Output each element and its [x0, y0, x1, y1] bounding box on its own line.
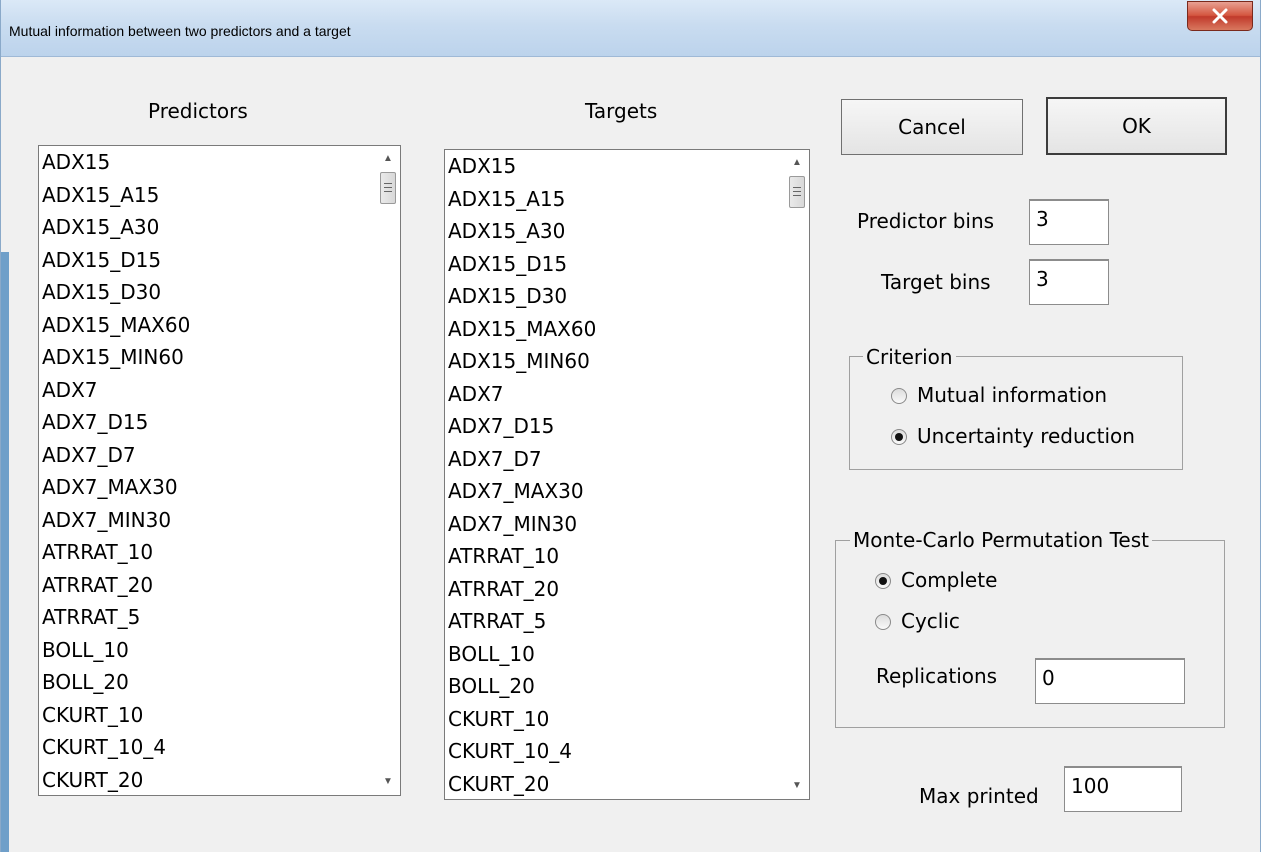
list-item[interactable]: ADX7_MAX30 [447, 475, 781, 508]
list-item[interactable]: ADX15_A15 [447, 183, 781, 216]
list-item[interactable]: ADX15_MAX60 [447, 313, 781, 346]
list-item[interactable]: CKURT_20 [41, 764, 372, 796]
list-item[interactable]: ADX15_A30 [447, 215, 781, 248]
list-item[interactable]: ADX15_D30 [41, 276, 372, 309]
list-item[interactable]: ADX15_MIN60 [447, 345, 781, 378]
criterion-legend: Criterion [863, 345, 956, 369]
ok-button[interactable]: OK [1046, 97, 1227, 155]
radio-cyclic[interactable]: Cyclic [875, 609, 1005, 637]
predictors-label: Predictors [148, 99, 248, 123]
list-item[interactable]: ADX15_MIN60 [41, 341, 372, 374]
list-item[interactable]: ADX7_D15 [41, 406, 372, 439]
max-printed-input[interactable]: 100 [1064, 766, 1182, 812]
list-item[interactable]: ADX15 [41, 146, 372, 179]
selected-dot [895, 433, 903, 441]
list-item[interactable]: ADX7_D7 [41, 439, 372, 472]
list-item[interactable]: BOLL_10 [447, 638, 781, 671]
radio-complete[interactable]: Complete [875, 568, 1045, 596]
target-bins-label: Target bins [881, 270, 991, 294]
scroll-up-icon[interactable]: ▲ [376, 148, 400, 170]
radio-button[interactable] [875, 614, 891, 630]
cancel-button[interactable]: Cancel [841, 99, 1023, 155]
list-item[interactable]: ADX15_D30 [447, 280, 781, 313]
list-item[interactable]: ADX7 [41, 374, 372, 407]
scroll-down-icon[interactable]: ▼ [376, 771, 400, 793]
list-item[interactable]: ADX7_MIN30 [41, 504, 372, 537]
targets-label: Targets [585, 99, 658, 123]
targets-scrollbar[interactable]: ▲ ▼ [785, 150, 809, 799]
max-printed-label: Max printed [919, 784, 1039, 808]
radio-button[interactable] [875, 573, 891, 589]
list-item[interactable]: ADX15_A15 [41, 179, 372, 212]
radio-mutual-information[interactable]: Mutual information [891, 383, 1151, 411]
dialog-window: Mutual information between two predictor… [0, 0, 1261, 852]
list-item[interactable]: ADX15 [447, 150, 781, 183]
replications-label: Replications [876, 664, 998, 688]
list-item[interactable]: ADX15_A30 [41, 211, 372, 244]
predictor-bins-input[interactable]: 3 [1029, 199, 1109, 245]
scroll-down-icon[interactable]: ▼ [785, 775, 809, 797]
radio-uncertainty-reduction[interactable]: Uncertainty reduction [891, 424, 1176, 452]
criterion-group [849, 356, 1183, 470]
targets-listbox[interactable]: ADX15 ADX15_A15 ADX15_A30 ADX15_D15 ADX15_D3… [444, 149, 810, 800]
scroll-thumb[interactable] [789, 176, 805, 208]
radio-button[interactable] [891, 388, 907, 404]
selected-dot [879, 577, 887, 585]
list-item[interactable]: ATRRAT_10 [41, 536, 372, 569]
list-item[interactable]: CKURT_10 [447, 703, 781, 736]
window-edge [1, 252, 9, 852]
predictor-bins-label: Predictor bins [857, 209, 995, 233]
scroll-thumb[interactable] [380, 172, 396, 204]
list-item[interactable]: ADX15_MAX60 [41, 309, 372, 342]
list-item[interactable]: CKURT_10 [41, 699, 372, 732]
list-item[interactable]: CKURT_20 [447, 768, 781, 800]
list-item[interactable]: CKURT_10_4 [41, 731, 372, 764]
target-bins-input[interactable]: 3 [1029, 259, 1109, 305]
window-title: Mutual information between two predictor… [9, 23, 351, 39]
title-bar[interactable]: Mutual information between two predictor… [1, 0, 1260, 57]
close-icon [1212, 8, 1228, 24]
radio-button[interactable] [891, 429, 907, 445]
list-item[interactable]: BOLL_20 [41, 666, 372, 699]
list-item[interactable]: ATRRAT_10 [447, 540, 781, 573]
list-item[interactable]: BOLL_20 [447, 670, 781, 703]
list-item[interactable]: BOLL_10 [41, 634, 372, 667]
predictors-scrollbar[interactable]: ▲ ▼ [376, 146, 400, 795]
list-item[interactable]: ATRRAT_5 [447, 605, 781, 638]
scroll-up-icon[interactable]: ▲ [785, 152, 809, 174]
list-item[interactable]: ADX7_MIN30 [447, 508, 781, 541]
list-item[interactable]: ADX7_MAX30 [41, 471, 372, 504]
targets-list[interactable]: ADX15 ADX15_A15 ADX15_A30 ADX15_D15 ADX15_D3… [447, 150, 781, 800]
close-button[interactable] [1187, 1, 1253, 31]
list-item[interactable]: ADX7_D7 [447, 443, 781, 476]
replications-input[interactable]: 0 [1035, 658, 1185, 704]
list-item[interactable]: ATRRAT_5 [41, 601, 372, 634]
list-item[interactable]: ADX15_D15 [447, 248, 781, 281]
list-item[interactable]: ATRRAT_20 [447, 573, 781, 606]
predictors-listbox[interactable]: ADX15 ADX15_A15 ADX15_A30 ADX15_D15 ADX15_D3… [38, 145, 401, 796]
list-item[interactable]: ADX7 [447, 378, 781, 411]
list-item[interactable]: ADX15_D15 [41, 244, 372, 277]
list-item[interactable]: CKURT_10_4 [447, 735, 781, 768]
predictors-list[interactable]: ADX15 ADX15_A15 ADX15_A30 ADX15_D15 ADX15_D3… [41, 146, 372, 796]
list-item[interactable]: ADX7_D15 [447, 410, 781, 443]
list-item[interactable]: ATRRAT_20 [41, 569, 372, 602]
monte-carlo-legend: Monte-Carlo Permutation Test [850, 528, 1152, 552]
